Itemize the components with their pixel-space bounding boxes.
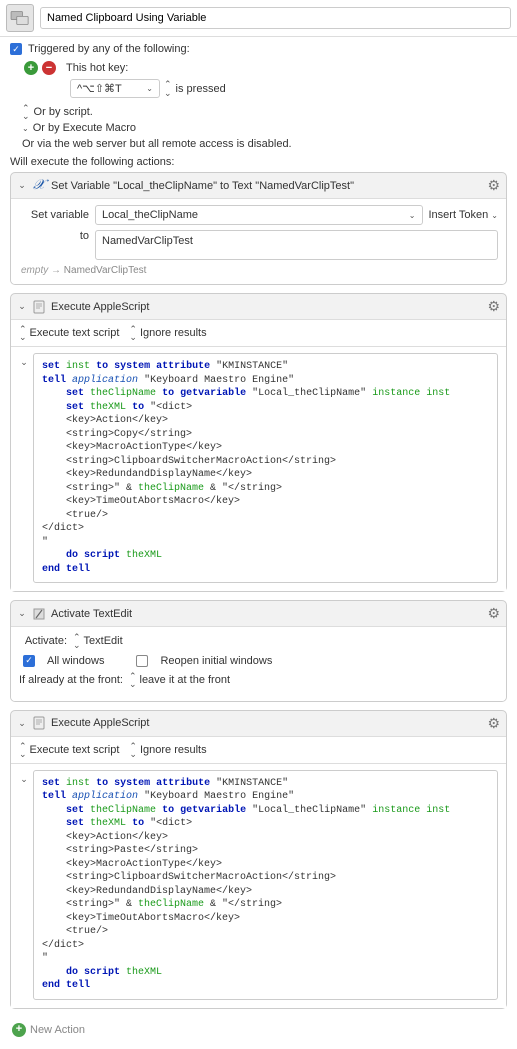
variable-name-field[interactable]: Local_theClipName ⌄ [95, 205, 423, 225]
remove-trigger-button[interactable]: − [42, 61, 56, 75]
disclosure-icon[interactable]: ⌄ [17, 608, 27, 619]
script-icon [31, 715, 47, 731]
stepper-icon[interactable]: ⌃⌄ [164, 80, 170, 96]
already-front-label: If already at the front: [19, 674, 123, 686]
execute-header: Will execute the following actions: [10, 156, 517, 168]
gear-icon[interactable]: ⚙ [487, 605, 500, 622]
action-execute-applescript-1[interactable]: ⌄ Execute AppleScript ⚙ ⌃⌄Execute text s… [10, 293, 507, 592]
or-by-execute-macro: Or by Execute Macro [33, 122, 136, 134]
enabled-checkbox[interactable] [10, 43, 22, 55]
chevron-down-icon: ⌄ [146, 84, 153, 93]
app-popup[interactable]: ⌃⌄TextEdit [73, 633, 123, 649]
macro-icon [6, 4, 34, 32]
script-mode-popup[interactable]: ⌃⌄Execute text script [19, 742, 119, 758]
app-icon [31, 606, 47, 622]
script-icon [31, 299, 47, 315]
hint-empty: empty [21, 265, 48, 276]
gear-icon[interactable]: ⚙ [487, 715, 500, 732]
all-windows-checkbox[interactable] [23, 655, 35, 667]
insert-token-button[interactable]: Insert Token ⌄ [429, 209, 499, 221]
add-trigger-button[interactable]: + [24, 61, 38, 75]
hotkey-suffix: is pressed [176, 83, 226, 95]
hotkey-field[interactable]: ^⌥⇧⌘T ⌄ [70, 79, 160, 98]
chevron-down-icon: ⌄ [409, 211, 416, 220]
gear-icon[interactable]: ⚙ [487, 298, 500, 315]
action-title: Set Variable "Local_theClipName" to Text… [51, 180, 483, 192]
disclosure-icon[interactable]: ⌄ [19, 353, 29, 583]
trigger-heading: Triggered by any of the following: [28, 43, 190, 55]
arrow-icon: → [51, 265, 61, 276]
disclosure-icon[interactable]: ⌄ [17, 301, 27, 312]
macro-title-input[interactable] [40, 7, 511, 29]
script-mode-popup[interactable]: ⌃⌄Execute text script [19, 325, 119, 341]
action-title: Activate TextEdit [51, 608, 483, 620]
stepper-icon[interactable]: ⌃⌄ [22, 104, 28, 120]
hotkey-label: This hot key: [66, 62, 128, 74]
script-results-popup[interactable]: ⌃⌄Ignore results [129, 325, 206, 341]
script-text-1[interactable]: set inst to system attribute "KMINSTANCE… [33, 353, 498, 583]
script-results-popup[interactable]: ⌃⌄Ignore results [129, 742, 206, 758]
new-action-label: New Action [30, 1024, 85, 1036]
disclosure-icon[interactable]: ⌄ [17, 180, 27, 191]
variable-icon: 𝒳 [31, 178, 47, 194]
hint-result: NamedVarClipTest [64, 265, 147, 276]
reopen-label: Reopen initial windows [160, 655, 272, 667]
disclosure-icon[interactable]: ⌄ [19, 770, 29, 1000]
webserver-note: Or via the web server but all remote acc… [22, 138, 517, 150]
variable-name-value: Local_theClipName [102, 209, 198, 221]
already-front-popup[interactable]: ⌃⌄leave it at the front [129, 672, 230, 688]
script-text-2[interactable]: set inst to system attribute "KMINSTANCE… [33, 770, 498, 1000]
reopen-checkbox[interactable] [136, 655, 148, 667]
action-title: Execute AppleScript [51, 717, 483, 729]
action-activate-app[interactable]: ⌄ Activate TextEdit ⚙ Activate: ⌃⌄TextEd… [10, 600, 507, 701]
all-windows-label: All windows [47, 655, 104, 667]
activate-label: Activate: [19, 635, 67, 647]
text-value-field[interactable]: NamedVarClipTest [95, 230, 498, 260]
add-action-button[interactable]: + [12, 1023, 26, 1037]
or-by-script: Or by script. [34, 106, 93, 118]
hotkey-value: ^⌥⇧⌘T [77, 82, 122, 95]
set-variable-label: Set variable [19, 209, 89, 221]
gear-icon[interactable]: ⚙ [487, 177, 500, 194]
disclosure-icon[interactable]: ⌄ [17, 718, 27, 729]
chevron-down-icon[interactable]: ⌄ [22, 124, 29, 133]
action-execute-applescript-2[interactable]: ⌄ Execute AppleScript ⚙ ⌃⌄Execute text s… [10, 710, 507, 1009]
action-title: Execute AppleScript [51, 301, 483, 313]
action-set-variable[interactable]: ⌄ 𝒳 Set Variable "Local_theClipName" to … [10, 172, 507, 285]
to-label: to [19, 230, 89, 242]
